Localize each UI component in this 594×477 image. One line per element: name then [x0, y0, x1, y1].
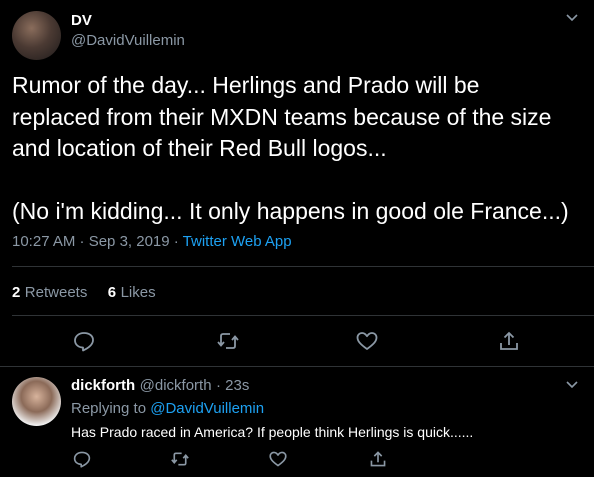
likes-stat[interactable]: 6 Likes — [108, 284, 156, 301]
retweet-icon — [217, 333, 239, 349]
share-icon — [500, 331, 518, 350]
retweets-stat[interactable]: 2 Retweets — [12, 284, 92, 301]
reply-share-button[interactable] — [368, 450, 388, 468]
reply-icon — [73, 451, 91, 468]
reply-author-name[interactable]: dickforth — [71, 377, 135, 394]
replying-prefix: Replying to — [71, 400, 151, 417]
retweets-count: 2 — [12, 284, 21, 301]
reply-author-handle[interactable]: @dickforth — [140, 377, 212, 394]
replying-to: Replying to @DavidVuillemin — [71, 400, 264, 417]
reply-text: Has Prado raced in America? If people th… — [71, 424, 474, 440]
tweet-stats: 2 Retweets 6 Likes — [12, 284, 156, 302]
heart-icon — [356, 332, 378, 350]
author-handle[interactable]: @DavidVuillemin — [71, 32, 185, 49]
share-button[interactable] — [497, 330, 521, 352]
tweet-text: Rumor of the day... Herlings and Prado w… — [12, 72, 569, 224]
author-name[interactable]: DV — [71, 12, 92, 29]
share-icon — [370, 451, 386, 467]
tweet-timestamp[interactable]: 10:27 AM · Sep 3, 2019 · — [12, 233, 183, 250]
retweets-label: Retweets — [24, 284, 88, 301]
author-avatar[interactable] — [12, 11, 61, 60]
chevron-down-icon — [566, 14, 578, 22]
reply-author-avatar[interactable] — [12, 377, 61, 426]
reply-icon — [74, 332, 94, 352]
tweet-meta: 10:27 AM · Sep 3, 2019 · Twitter Web App — [12, 233, 292, 250]
tweet-source-link[interactable]: Twitter Web App — [183, 233, 292, 250]
reply-retweet-button[interactable] — [170, 450, 190, 468]
chevron-down-icon — [566, 381, 578, 389]
reply-reply-button[interactable] — [72, 450, 92, 468]
reply-time[interactable]: · 23s — [216, 377, 249, 394]
retweet-button[interactable] — [216, 330, 240, 352]
tweet-menu-button[interactable] — [562, 10, 582, 26]
reply-button[interactable] — [72, 330, 96, 352]
reply-like-button[interactable] — [268, 450, 288, 468]
divider — [0, 366, 594, 367]
like-button[interactable] — [355, 330, 379, 352]
divider — [12, 315, 594, 316]
divider — [12, 266, 594, 267]
heart-icon — [269, 451, 287, 467]
reply-header: dickforth @dickforth · 23s — [71, 377, 249, 395]
likes-label: Likes — [120, 284, 156, 301]
reply-menu-button[interactable] — [562, 377, 582, 393]
retweet-icon — [171, 452, 189, 466]
replying-to-link[interactable]: @DavidVuillemin — [150, 400, 264, 417]
likes-count: 6 — [107, 284, 117, 301]
